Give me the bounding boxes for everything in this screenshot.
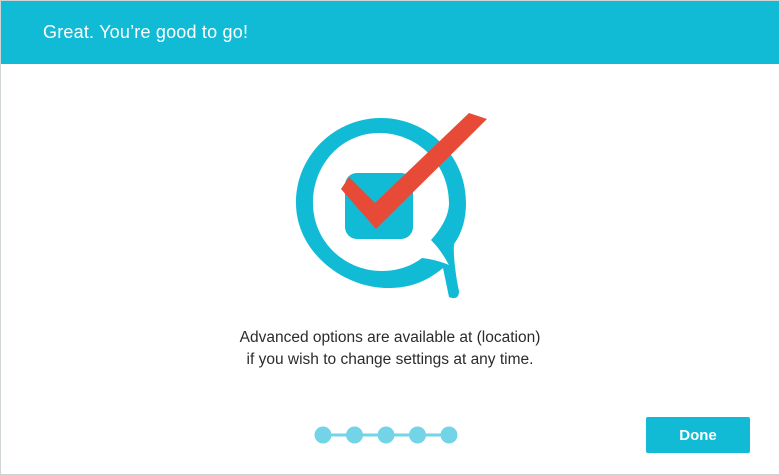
progress-step-dot	[346, 426, 363, 444]
progress-step-dot	[409, 426, 426, 444]
progress-step-dot	[314, 426, 332, 444]
info-message: Advanced options are available at (locat…	[1, 327, 779, 371]
dialog-title: Great. You’re good to go!	[43, 22, 249, 42]
progress-step-dot	[377, 426, 395, 444]
step-progress-indicator	[314, 426, 458, 444]
chat-bubble-checkmark-icon	[296, 113, 487, 299]
setup-complete-dialog: Great. You’re good to go! Advanced optio…	[0, 0, 780, 475]
info-message-line-2: if you wish to change settings at any ti…	[246, 351, 534, 368]
progress-step-dot	[440, 426, 458, 444]
dialog-header: Great. You’re good to go!	[1, 1, 779, 64]
info-message-line-1: Advanced options are available at (locat…	[239, 329, 541, 346]
done-button[interactable]: Done	[646, 417, 750, 453]
